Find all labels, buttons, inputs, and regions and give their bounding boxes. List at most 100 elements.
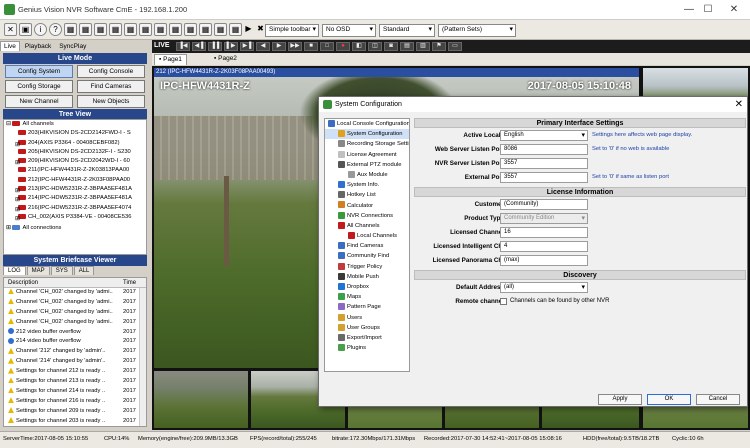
- tab-all[interactable]: ALL: [73, 266, 95, 275]
- config-tree-item[interactable]: Calculator: [325, 201, 409, 211]
- tree-item[interactable]: 211(IPC-HFW4431R-Z-2K03813PAA00: [4, 166, 146, 175]
- tree-item[interactable]: 212(IPC-HFW4431R-Z-2K03F08PAA00: [4, 176, 146, 185]
- log-row[interactable]: Channel 'CH_002' changed by 'admi.. 2017: [4, 318, 146, 328]
- config-tree-item[interactable]: Plugins: [325, 343, 409, 353]
- window-icon[interactable]: ▣: [19, 23, 32, 36]
- tree-connections[interactable]: ⊞ All connections: [4, 224, 146, 233]
- config-tree-item[interactable]: Export/Import: [325, 333, 409, 343]
- help-icon[interactable]: ?: [49, 23, 62, 36]
- product-type-select[interactable]: Community Edition: [500, 213, 588, 224]
- tree-item[interactable]: ⊞ 204(AXIS P3364 - 00408CEBF082): [4, 139, 146, 148]
- close-x-icon[interactable]: ✕: [4, 23, 17, 36]
- log-row[interactable]: Settings for channel 209 is ready .. 2017: [4, 407, 146, 417]
- log-row[interactable]: Settings for channel 216 is ready .. 2017: [4, 397, 146, 407]
- tree-item[interactable]: ⊞ CH_002(AXIS P3384-VE - 00408CE536: [4, 213, 146, 222]
- grid11-icon[interactable]: ▦: [214, 23, 227, 36]
- config-tree-item[interactable]: All Channels: [325, 221, 409, 231]
- pattern-sets-select[interactable]: (Pattern Sets): [438, 24, 516, 37]
- tab-sys[interactable]: SYS: [50, 266, 73, 275]
- tab-log[interactable]: LOG: [3, 266, 26, 275]
- licensed-channel-input[interactable]: 16: [500, 227, 588, 238]
- tree-item[interactable]: ⊞ 216(IPC-HDW5231R-Z-3BPAA5EF4074: [4, 204, 146, 213]
- grid3-icon[interactable]: ▦: [94, 23, 107, 36]
- default-address-select[interactable]: (all): [500, 282, 588, 293]
- log-row[interactable]: Settings for channel 203 is ready .. 2017: [4, 417, 146, 426]
- grid7-icon[interactable]: ▦: [154, 23, 167, 36]
- grid8-icon[interactable]: ▦: [169, 23, 182, 36]
- log-row[interactable]: Settings for channel 205 is ready ..2017: [4, 426, 146, 427]
- find-cameras-button[interactable]: Find Cameras: [77, 80, 145, 93]
- tab-playback[interactable]: Playback: [22, 42, 54, 51]
- monitor-icon[interactable]: ▭: [448, 42, 462, 51]
- first-icon[interactable]: ▐◀: [176, 42, 190, 51]
- config-tree-item[interactable]: Pattern Page: [325, 302, 409, 312]
- snapshot-icon[interactable]: ◙: [384, 42, 398, 51]
- log-row[interactable]: Channel '212' changed by 'admin'.. 2017: [4, 347, 146, 357]
- next-frame-icon[interactable]: ▌▶: [224, 42, 238, 51]
- grid10-icon[interactable]: ▦: [199, 23, 212, 36]
- grid2-icon[interactable]: ▦: [79, 23, 92, 36]
- config-tree-item[interactable]: NVR Connections: [325, 211, 409, 221]
- config-tree-item[interactable]: Local Console Configuration: [325, 119, 409, 129]
- remote-channel-checkbox[interactable]: [500, 298, 507, 305]
- osd-select[interactable]: No OSD: [322, 24, 376, 37]
- ff-icon[interactable]: ▶▶: [288, 42, 302, 51]
- config-tree-item[interactable]: Recording Storage Settings: [325, 139, 409, 149]
- grid6-icon[interactable]: ▦: [139, 23, 152, 36]
- active-locale-select[interactable]: English: [500, 130, 588, 141]
- export-icon[interactable]: ▥: [416, 42, 430, 51]
- tab-map[interactable]: MAP: [26, 266, 50, 275]
- maximize-button[interactable]: ☐: [701, 3, 715, 17]
- web-port-input[interactable]: 8086: [500, 144, 588, 155]
- log-row[interactable]: 212 video buffer overflow 2017: [4, 328, 146, 338]
- external-port-input[interactable]: 3557: [500, 172, 588, 183]
- minimize-button[interactable]: —: [682, 3, 696, 17]
- fullscreen-icon[interactable]: ■: [304, 42, 318, 51]
- grid5-icon[interactable]: ▦: [124, 23, 137, 36]
- close-button[interactable]: ✕: [727, 3, 741, 17]
- quality-select[interactable]: Standard: [379, 24, 435, 37]
- tab-syncplay[interactable]: SyncPlay: [56, 42, 89, 51]
- dialog-close-icon[interactable]: ✕: [735, 97, 743, 112]
- config-tree-item[interactable]: Trigger Policy: [325, 262, 409, 272]
- config-tree-item[interactable]: Community Find: [325, 251, 409, 261]
- pause-icon[interactable]: ▐▐: [208, 42, 222, 51]
- cancel-button[interactable]: Cancel: [696, 394, 740, 405]
- tab-page2[interactable]: ▪ Page2: [210, 54, 241, 65]
- tab-page1[interactable]: ▪ Page1: [154, 54, 187, 65]
- grid4-icon[interactable]: ▦: [109, 23, 122, 36]
- stop-square-icon[interactable]: □: [320, 42, 334, 51]
- toolbar-layout-select[interactable]: Simple toolbar: [265, 24, 319, 37]
- record-icon[interactable]: ●: [336, 42, 350, 51]
- config-tree-item[interactable]: Aux Module: [325, 170, 409, 180]
- config-tree-item[interactable]: License Agreement: [325, 150, 409, 160]
- tree-item[interactable]: 205(HIKVISION DS-2CD2132F-I - S230: [4, 148, 146, 157]
- tab-live[interactable]: Live: [0, 41, 20, 51]
- config-tree-item[interactable]: System Info.: [325, 180, 409, 190]
- grid12-icon[interactable]: ▦: [229, 23, 242, 36]
- zoom-icon[interactable]: ◫: [368, 42, 382, 51]
- config-storage-button[interactable]: Config Storage: [5, 80, 73, 93]
- config-tree-item[interactable]: External PTZ module: [325, 160, 409, 170]
- apply-button[interactable]: Apply: [598, 394, 642, 405]
- tree-item[interactable]: ⊞ 209(HIKVISION DS-2CD2042WD-I - 60: [4, 157, 146, 166]
- customer-input[interactable]: (Community): [500, 199, 588, 210]
- grid1-icon[interactable]: ▦: [64, 23, 77, 36]
- new-channel-button[interactable]: New Channel: [5, 95, 73, 108]
- config-tree-item[interactable]: Hotkey List: [325, 190, 409, 200]
- audio-icon[interactable]: ◧: [352, 42, 366, 51]
- log-row[interactable]: Channel '214' changed by 'admin'.. 2017: [4, 357, 146, 367]
- config-tree-item[interactable]: Dropbox: [325, 282, 409, 292]
- config-tree-item[interactable]: Maps: [325, 292, 409, 302]
- col-time[interactable]: Time: [123, 278, 136, 288]
- tree-root[interactable]: ⊟ All channels: [4, 120, 146, 129]
- log-row[interactable]: Channel 'CH_002' changed by 'admi.. 2017: [4, 308, 146, 318]
- config-console-button[interactable]: Config Console: [77, 65, 145, 78]
- new-objects-button[interactable]: New Objects: [77, 95, 145, 108]
- log-row[interactable]: Settings for channel 213 is ready .. 2017: [4, 377, 146, 387]
- config-tree-item[interactable]: Local Channels: [325, 231, 409, 241]
- tree-item[interactable]: 203(HIKVISION DS-2CD2142FWD-I - S: [4, 129, 146, 138]
- print-icon[interactable]: ▤: [400, 42, 414, 51]
- config-tree-item[interactable]: Mobile Push: [325, 272, 409, 282]
- tree-item[interactable]: ⊞ 213(IPC-HDW5231R-Z-3BPAA5EF481A: [4, 185, 146, 194]
